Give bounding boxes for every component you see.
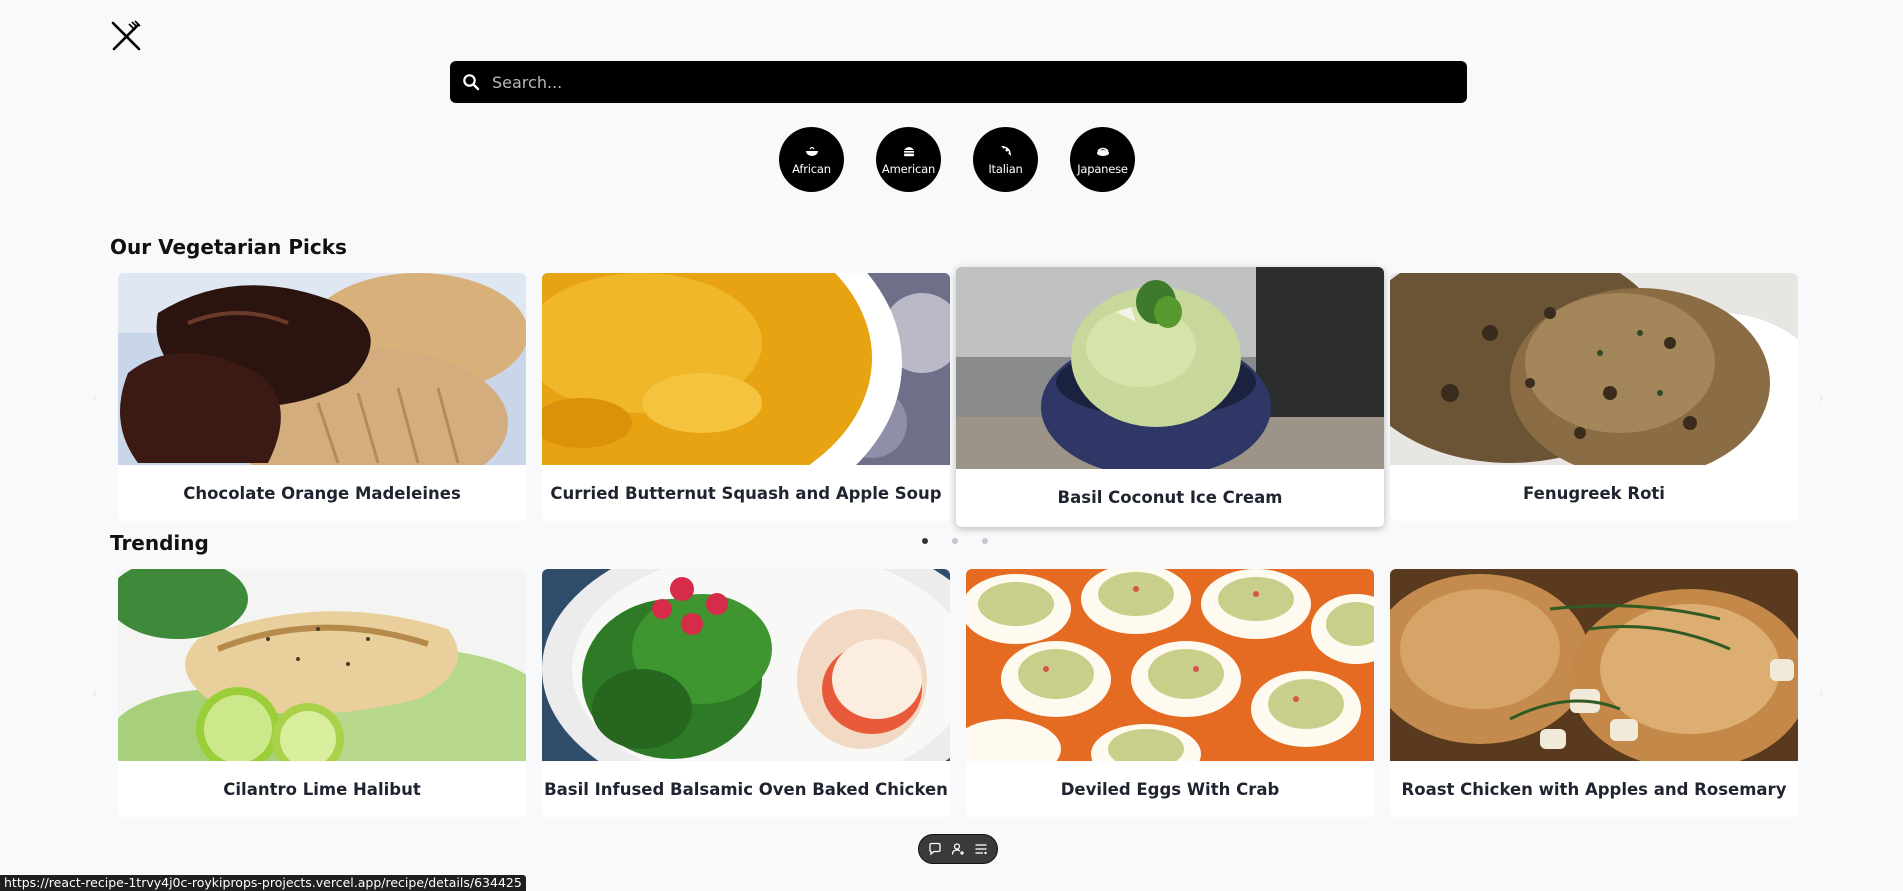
recipe-image	[956, 267, 1384, 469]
recipe-image	[966, 569, 1374, 761]
bowl-icon	[805, 146, 818, 156]
trending-section-title: Trending	[110, 531, 209, 555]
carousel-prev-arrow[interactable]: ‹	[85, 682, 105, 702]
chat-icon[interactable]	[928, 842, 942, 856]
cuisine-label: African	[792, 161, 831, 176]
recipe-image	[1390, 569, 1798, 761]
recipe-card-title: Cilantro Lime Halibut	[223, 779, 421, 799]
cuisine-nav: African American Italian Japanese	[779, 127, 1135, 192]
list-icon[interactable]	[974, 842, 988, 856]
status-bar-url: https://react-recipe-1trvy4j0c-roykiprop…	[0, 875, 526, 891]
recipe-image	[1390, 273, 1798, 465]
recipe-card-title: Basil Infused Balsamic Oven Baked Chicke…	[544, 779, 948, 799]
burger-icon	[903, 146, 914, 156]
sushi-icon	[1096, 147, 1109, 156]
cuisine-label: Italian	[988, 161, 1023, 176]
recipe-card-hovered[interactable]: Basil Coconut Ice Cream	[956, 267, 1384, 527]
cuisine-japanese-button[interactable]: Japanese	[1070, 127, 1135, 192]
cuisine-african-button[interactable]: African	[779, 127, 844, 192]
search-bar[interactable]	[450, 61, 1467, 103]
pagination-dot-2[interactable]	[952, 538, 958, 544]
cuisine-italian-button[interactable]: Italian	[973, 127, 1038, 192]
recipe-card-title: Basil Coconut Ice Cream	[1057, 487, 1283, 507]
fork-knife-icon[interactable]	[110, 20, 142, 52]
carousel-pagination	[922, 538, 988, 544]
recipe-image	[118, 273, 526, 465]
recipe-card-title: Fenugreek Roti	[1523, 483, 1665, 503]
user-add-icon[interactable]	[951, 842, 965, 856]
cuisine-label: Japanese	[1077, 161, 1128, 176]
pizza-icon	[1000, 145, 1011, 156]
recipe-card-title: Chocolate Orange Madeleines	[183, 483, 461, 503]
vegetarian-section-title: Our Vegetarian Picks	[110, 235, 347, 259]
vegetarian-carousel: Chocolate Orange Madeleines Curried Butt…	[118, 267, 1798, 527]
recipe-card[interactable]: Curried Butternut Squash and Apple Soup	[542, 273, 950, 521]
trending-carousel: Cilantro Lime Halibut Basil Infused Bals…	[118, 569, 1798, 819]
search-input[interactable]	[492, 72, 1457, 92]
pagination-dot-1[interactable]	[922, 538, 928, 544]
recipe-image	[118, 569, 526, 761]
recipe-card[interactable]: Basil Infused Balsamic Oven Baked Chicke…	[542, 569, 950, 817]
carousel-next-arrow[interactable]: ›	[1811, 682, 1831, 702]
recipe-card-title: Deviled Eggs With Crab	[1060, 779, 1280, 799]
cuisine-american-button[interactable]: American	[876, 127, 941, 192]
recipe-image	[542, 569, 950, 761]
pagination-dot-3[interactable]	[982, 538, 988, 544]
floating-toolbar	[918, 834, 998, 864]
recipe-card-title: Curried Butternut Squash and Apple Soup	[550, 483, 942, 503]
carousel-next-arrow[interactable]: ›	[1811, 387, 1831, 407]
recipe-card[interactable]: Cilantro Lime Halibut	[118, 569, 526, 817]
cuisine-label: American	[881, 161, 936, 176]
carousel-prev-arrow[interactable]: ‹	[85, 387, 105, 407]
recipe-image	[542, 273, 950, 465]
recipe-card[interactable]: Fenugreek Roti	[1390, 273, 1798, 521]
search-icon	[463, 74, 480, 91]
recipe-card[interactable]: Deviled Eggs With Crab	[966, 569, 1374, 817]
recipe-card-title: Roast Chicken with Apples and Rosemary	[1401, 779, 1787, 799]
recipe-card[interactable]: Chocolate Orange Madeleines	[118, 273, 526, 521]
recipe-card[interactable]: Roast Chicken with Apples and Rosemary	[1390, 569, 1798, 817]
